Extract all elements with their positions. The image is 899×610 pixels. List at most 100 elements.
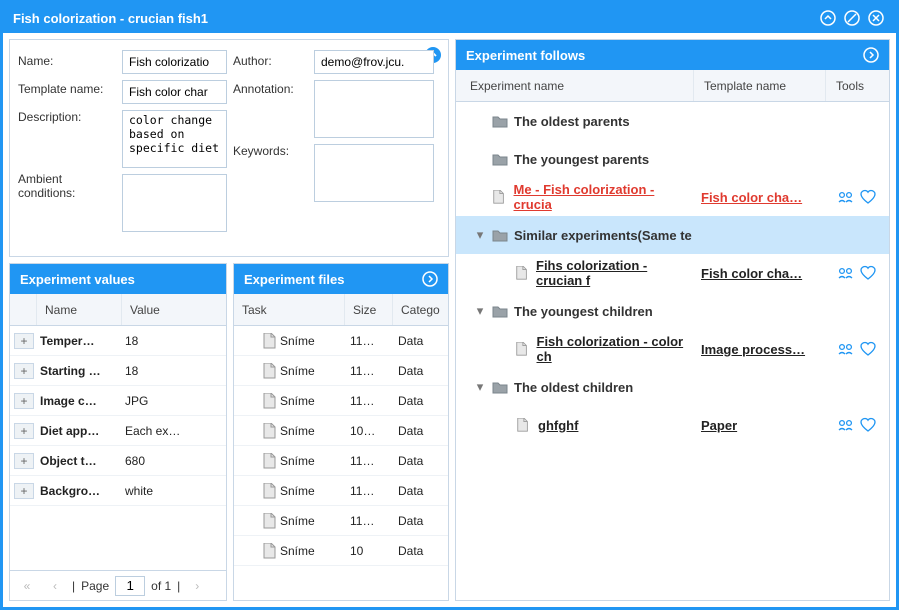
values-row[interactable]: +Starting …18 bbox=[10, 356, 226, 386]
file-size: 11… bbox=[344, 484, 392, 498]
tree-template[interactable]: Image process… bbox=[701, 342, 805, 357]
expand-icon[interactable]: + bbox=[14, 453, 34, 469]
files-row[interactable]: Sníme11…Data bbox=[234, 506, 448, 536]
ambient-input[interactable] bbox=[122, 174, 227, 232]
tree-label: The youngest parents bbox=[514, 152, 649, 167]
tree-label[interactable]: Fihs colorization - crucian f bbox=[536, 258, 693, 288]
files-row[interactable]: Sníme11…Data bbox=[234, 356, 448, 386]
follows-next-icon[interactable] bbox=[863, 47, 879, 63]
favorite-icon[interactable] bbox=[859, 340, 877, 358]
close-icon[interactable] bbox=[866, 8, 886, 28]
files-row[interactable]: Sníme11…Data bbox=[234, 386, 448, 416]
files-row[interactable]: Sníme10Data bbox=[234, 536, 448, 566]
collapse-icon[interactable] bbox=[818, 8, 838, 28]
template-label: Template name: bbox=[18, 78, 116, 106]
share-icon[interactable] bbox=[837, 264, 855, 282]
tree-label: The youngest children bbox=[514, 304, 653, 319]
favorite-icon[interactable] bbox=[859, 264, 877, 282]
disable-icon[interactable] bbox=[842, 8, 862, 28]
tree-row[interactable]: ▸Me - Fish colorization - cruciaFish col… bbox=[456, 178, 889, 216]
value-name: Starting … bbox=[34, 364, 119, 378]
values-col-name[interactable]: Name bbox=[36, 294, 121, 325]
files-row[interactable]: Sníme10…Data bbox=[234, 416, 448, 446]
value-value: 18 bbox=[119, 334, 226, 348]
tree-template[interactable]: Fish color cha… bbox=[701, 266, 802, 281]
keywords-input[interactable] bbox=[314, 144, 434, 202]
tree-row[interactable]: ▾The oldest children bbox=[456, 368, 889, 406]
value-value: white bbox=[119, 484, 226, 498]
files-row[interactable]: Sníme11…Data bbox=[234, 446, 448, 476]
author-input[interactable] bbox=[314, 50, 434, 74]
expand-icon[interactable]: + bbox=[14, 333, 34, 349]
author-label: Author: bbox=[233, 50, 308, 78]
pager-of-label: of 1 bbox=[151, 579, 171, 593]
follows-col-template[interactable]: Template name bbox=[693, 70, 825, 101]
expand-icon[interactable]: + bbox=[14, 363, 34, 379]
twisty-down-icon[interactable]: ▾ bbox=[474, 305, 486, 317]
file-size: 11… bbox=[344, 394, 392, 408]
tree-row[interactable]: ▸The oldest parents bbox=[456, 102, 889, 140]
favorite-icon[interactable] bbox=[859, 416, 877, 434]
tree-template[interactable]: Paper bbox=[701, 418, 737, 433]
tree-template[interactable]: Fish color cha… bbox=[701, 190, 802, 205]
pager-page-input[interactable] bbox=[115, 576, 145, 596]
file-category: Data bbox=[392, 454, 448, 468]
file-category: Data bbox=[392, 544, 448, 558]
tree-label[interactable]: Fish colorization - color ch bbox=[537, 334, 694, 364]
values-row[interactable]: +Object t…680 bbox=[10, 446, 226, 476]
file-size: 10 bbox=[344, 544, 392, 558]
files-col-task[interactable]: Task bbox=[234, 294, 344, 325]
twisty-down-icon[interactable]: ▾ bbox=[474, 229, 486, 241]
tree-label: Similar experiments(Same te bbox=[514, 228, 692, 243]
description-input[interactable]: color change based on specific diet bbox=[122, 110, 227, 168]
favorite-icon[interactable] bbox=[859, 188, 877, 206]
follows-panel: Experiment follows Experiment name Templ… bbox=[455, 39, 890, 601]
follows-col-name[interactable]: Experiment name bbox=[456, 70, 693, 101]
pager-first-icon[interactable]: « bbox=[16, 576, 38, 596]
values-row[interactable]: +Backgro…white bbox=[10, 476, 226, 506]
files-col-category[interactable]: Catego bbox=[392, 294, 448, 325]
files-panel: Experiment files Task Size Catego Sníme1… bbox=[233, 263, 449, 601]
tree-row[interactable]: ▸Fihs colorization - crucian fFish color… bbox=[456, 254, 889, 292]
files-col-size[interactable]: Size bbox=[344, 294, 392, 325]
tree-label[interactable]: Me - Fish colorization - crucia bbox=[514, 182, 694, 212]
annotation-label: Annotation: bbox=[233, 78, 308, 140]
value-name: Backgro… bbox=[34, 484, 119, 498]
files-row[interactable]: Sníme11…Data bbox=[234, 326, 448, 356]
tree-row[interactable]: ▸The youngest parents bbox=[456, 140, 889, 178]
value-name: Object t… bbox=[34, 454, 119, 468]
folder-icon bbox=[492, 380, 508, 394]
name-input[interactable] bbox=[122, 50, 227, 74]
template-input[interactable] bbox=[122, 80, 227, 104]
follows-col-tools[interactable]: Tools bbox=[825, 70, 889, 101]
share-icon[interactable] bbox=[837, 188, 855, 206]
twisty-down-icon[interactable]: ▾ bbox=[474, 381, 486, 393]
tree-row[interactable]: ▸Fish colorization - color chImage proce… bbox=[456, 330, 889, 368]
files-row[interactable]: Sníme11…Data bbox=[234, 476, 448, 506]
values-row[interactable]: +Image c…JPG bbox=[10, 386, 226, 416]
file-category: Data bbox=[392, 364, 448, 378]
share-icon[interactable] bbox=[837, 340, 855, 358]
tree-row[interactable]: ▸ghfghfPaper bbox=[456, 406, 889, 444]
file-task: Sníme bbox=[234, 393, 344, 409]
pager-next-icon[interactable]: › bbox=[186, 576, 208, 596]
tree-label[interactable]: ghfghf bbox=[538, 418, 578, 433]
file-category: Data bbox=[392, 424, 448, 438]
file-task: Sníme bbox=[234, 453, 344, 469]
annotation-input[interactable] bbox=[314, 80, 434, 138]
description-label: Description: bbox=[18, 106, 116, 168]
expand-icon[interactable]: + bbox=[14, 483, 34, 499]
values-col-value[interactable]: Value bbox=[121, 294, 226, 325]
values-row[interactable]: +Diet app…Each ex… bbox=[10, 416, 226, 446]
share-icon[interactable] bbox=[837, 416, 855, 434]
values-row[interactable]: +Temper…18 bbox=[10, 326, 226, 356]
tree-row[interactable]: ▾ The youngest children bbox=[456, 292, 889, 330]
ambient-label: Ambient conditions: bbox=[18, 168, 116, 230]
tree-row[interactable]: ▾ Similar experiments(Same te bbox=[456, 216, 889, 254]
file-size: 11… bbox=[344, 334, 392, 348]
files-next-icon[interactable] bbox=[422, 271, 438, 287]
form-panel: Name: Template name: Description: Ambien… bbox=[9, 39, 449, 257]
expand-icon[interactable]: + bbox=[14, 393, 34, 409]
pager-prev-icon[interactable]: ‹ bbox=[44, 576, 66, 596]
expand-icon[interactable]: + bbox=[14, 423, 34, 439]
